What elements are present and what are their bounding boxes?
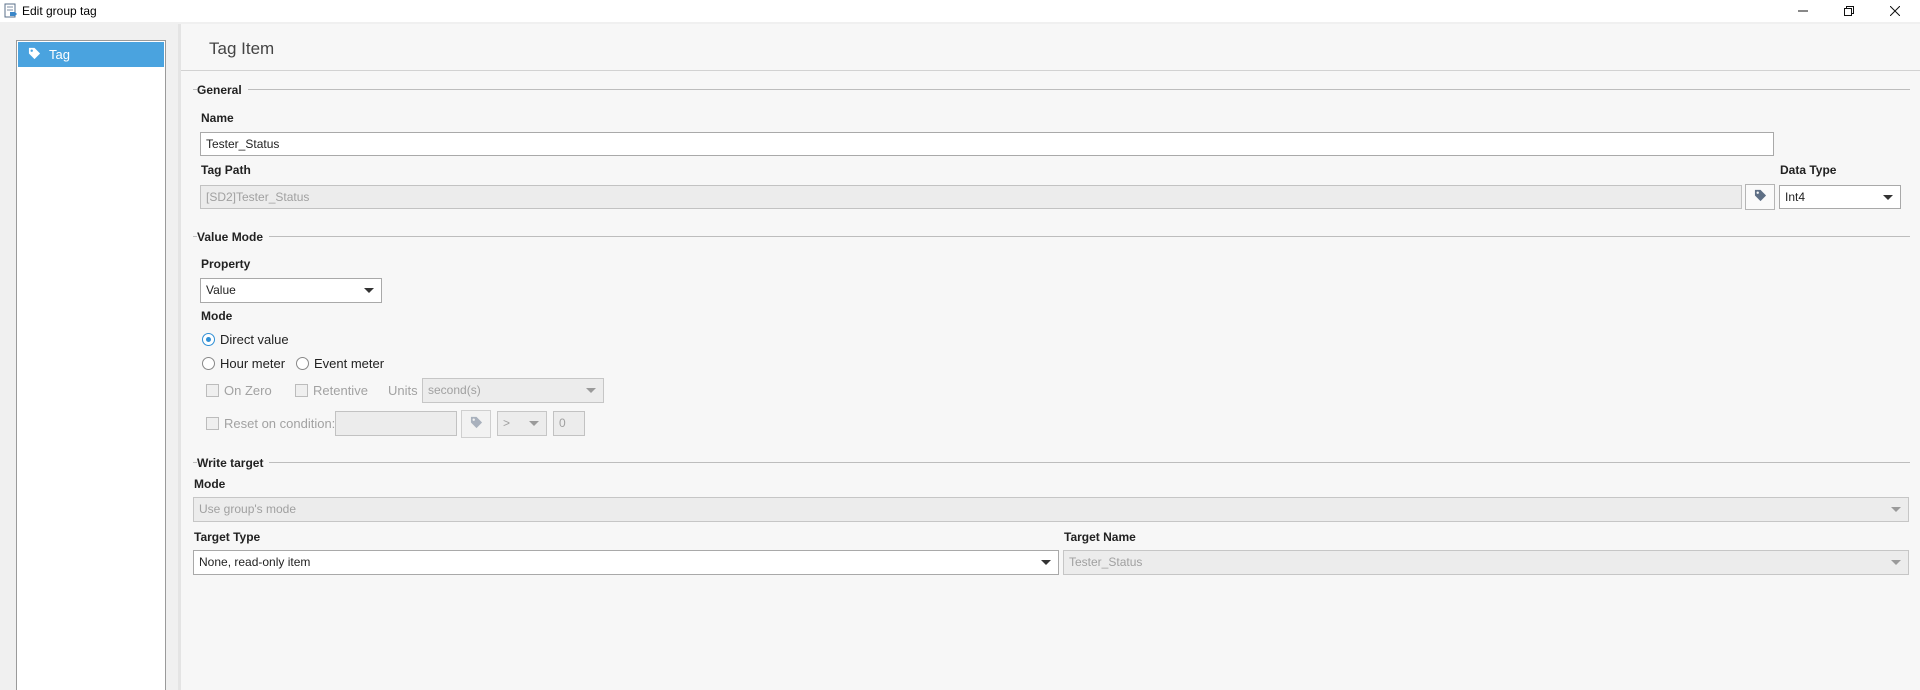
mode-label: Mode [201,309,233,323]
on-zero-checkbox[interactable] [206,384,219,397]
title-divider [181,70,1920,71]
tag-path-label: Tag Path [201,163,251,177]
event-meter-label[interactable]: Event meter [314,356,384,371]
tag-path-value: [SD2]Tester_Status [206,190,310,204]
tag-document-icon [3,3,19,19]
sidebar: Tag [16,40,166,690]
write-target-divider [193,462,1910,463]
units-select[interactable]: second(s) [422,378,604,403]
maximize-button[interactable] [1826,0,1872,22]
write-target-header: Write target [197,456,270,470]
chevron-down-icon [364,288,374,293]
title-bar [0,0,1920,22]
retentive-checkbox[interactable] [295,384,308,397]
value-mode-header: Value Mode [197,230,270,244]
name-label: Name [201,111,234,125]
on-zero-label: On Zero [224,383,272,398]
name-value: Tester_Status [206,137,280,151]
data-type-label: Data Type [1780,163,1837,177]
chevron-down-icon [1041,560,1051,565]
property-select[interactable]: Value [200,278,382,303]
hour-meter-label[interactable]: Hour meter [220,356,285,371]
property-label: Property [201,257,251,271]
target-name-select[interactable]: Tester_Status [1063,550,1909,575]
page-title: Tag Item [209,39,275,58]
close-button[interactable] [1872,0,1918,22]
target-type-label: Target Type [194,530,261,544]
sidebar-item-tag[interactable]: Tag [18,42,164,67]
retentive-label: Retentive [313,383,368,398]
data-type-value: Int4 [1785,190,1806,204]
target-type-select[interactable]: None, read-only item [193,550,1059,575]
units-label: Units [388,383,418,398]
general-header: General [197,83,248,97]
hour-meter-radio[interactable] [202,357,215,370]
reset-condition-input[interactable] [335,411,457,436]
threshold-value: 0 [559,416,566,430]
sidebar-item-label: Tag [49,47,70,62]
data-type-select[interactable]: Int4 [1779,185,1901,209]
chevron-down-icon [1883,195,1893,200]
target-name-value: Tester_Status [1069,555,1143,569]
direct-value-label[interactable]: Direct value [220,332,289,347]
units-value: second(s) [428,383,481,397]
reset-on-condition-label: Reset on condition: [224,416,336,431]
operator-select[interactable]: > [497,411,547,436]
write-mode-value: Use group's mode [199,502,297,516]
tag-icon [470,416,483,432]
browse-tag-button[interactable] [1745,184,1775,210]
general-divider [193,89,1910,90]
event-meter-radio[interactable] [296,357,309,370]
write-mode-select[interactable]: Use group's mode [193,497,1909,522]
threshold-input[interactable]: 0 [553,411,585,436]
chevron-down-icon [586,388,596,393]
direct-value-radio[interactable] [202,333,215,346]
content-panel [181,24,1920,690]
target-type-value: None, read-only item [199,555,311,569]
minimize-icon [1798,6,1808,16]
minimize-button[interactable] [1780,0,1826,22]
value-mode-divider [193,236,1910,237]
chevron-down-icon [529,421,539,426]
reset-on-condition-checkbox[interactable] [206,417,219,430]
browse-reset-tag-button[interactable] [461,410,491,438]
chevron-down-icon [1891,560,1901,565]
tag-path-input[interactable]: [SD2]Tester_Status [200,185,1742,209]
chevron-down-icon [1891,507,1901,512]
name-input[interactable]: Tester_Status [200,132,1774,156]
tag-icon [1754,189,1767,205]
restore-icon [1844,6,1854,16]
target-name-label: Target Name [1064,530,1136,544]
window-title: Edit group tag [22,4,97,18]
operator-value: > [503,416,511,430]
close-icon [1890,6,1900,16]
property-value: Value [206,283,236,297]
write-mode-label: Mode [194,477,226,491]
tag-icon [28,47,41,63]
